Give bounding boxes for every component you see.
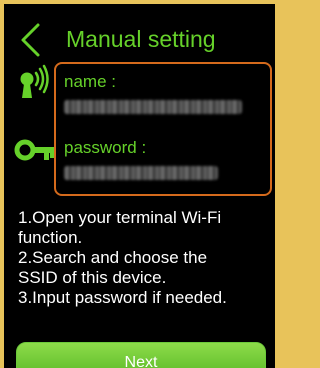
instructions-text: 1.Open your terminal Wi-Fi function. 2.S… — [18, 208, 272, 308]
name-value — [64, 100, 242, 114]
page-title: Manual setting — [66, 26, 216, 52]
instruction-line: SSID of this device. — [18, 268, 167, 287]
password-label: password : — [64, 138, 147, 157]
app-screen: Manual setting name : password : 1.Open … — [4, 4, 275, 368]
key-icon — [14, 139, 54, 161]
instruction-line: 1.Open your terminal Wi-Fi — [18, 208, 222, 227]
network-info-box: name : password : — [54, 62, 272, 196]
next-button[interactable]: Next — [16, 342, 266, 368]
instruction-line: 2.Search and choose the — [18, 248, 208, 267]
header-bar: Manual setting — [4, 4, 275, 62]
wifi-signal-icon — [20, 64, 49, 98]
instruction-line: function. — [18, 228, 83, 247]
instruction-line: 3.Input password if needed. — [18, 288, 227, 307]
name-label: name : — [64, 72, 116, 91]
password-value — [64, 166, 218, 180]
back-icon[interactable] — [18, 22, 42, 58]
